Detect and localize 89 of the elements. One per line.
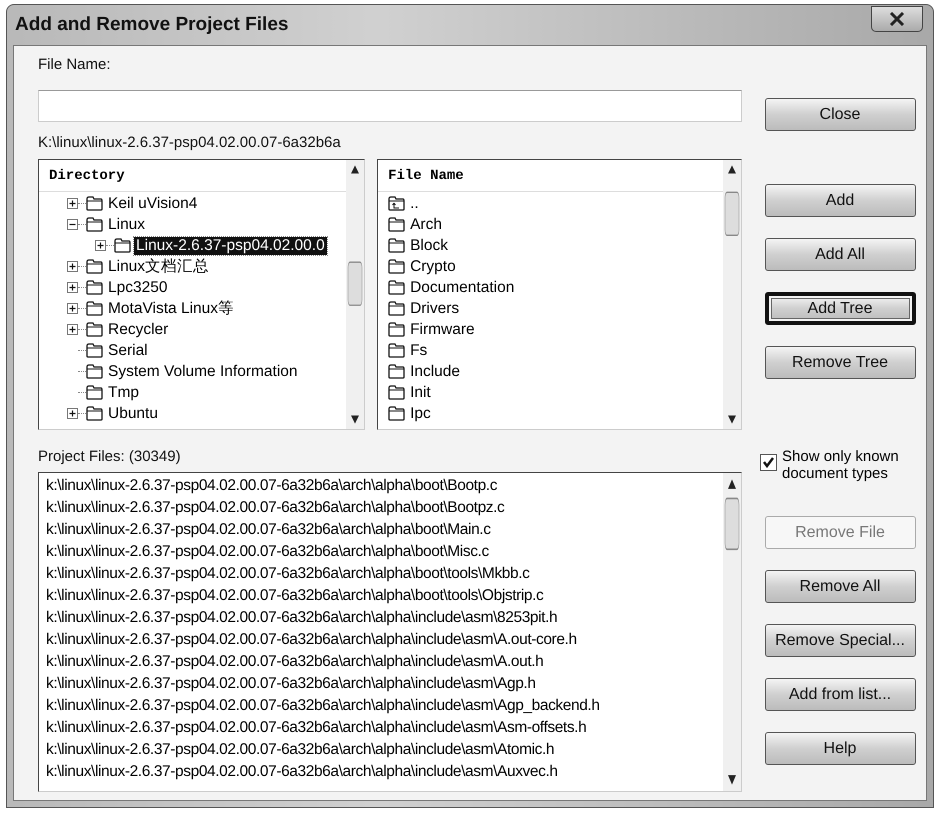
column-header: File Name: [378, 160, 723, 192]
folder-icon: [388, 217, 406, 232]
folder-icon: [388, 238, 406, 253]
button[interactable]: Remove Special...: [764, 624, 916, 657]
folder-icon: [388, 280, 406, 295]
file-path[interactable]: k:\linux\linux-2.6.37-psp04.02.00.07-6a32b6a\arch\alpha\include\asm\Agp.h: [46, 673, 723, 695]
button[interactable]: Remove Tree: [764, 346, 916, 379]
project-files-label: Project Files: (30349): [38, 448, 182, 465]
button[interactable]: Close: [764, 98, 916, 131]
file-path[interactable]: k:\linux\linux-2.6.37-psp04.02.00.07-6a32b6a\arch\alpha\include\asm\Auxvec.h: [46, 761, 723, 783]
window-title: Add and Remove Project Files: [14, 14, 288, 36]
up-folder-icon: [388, 196, 406, 211]
button[interactable]: Add: [764, 184, 916, 217]
tree-item[interactable]: Keil uVision4: [106, 194, 200, 212]
file-item[interactable]: Include: [408, 362, 462, 380]
expand-icon[interactable]: [67, 408, 78, 419]
file-path[interactable]: k:\linux\linux-2.6.37-psp04.02.00.07-6a32b6a\arch\alpha\include\asm\A.out-core.h: [46, 629, 723, 651]
collapse-icon[interactable]: [67, 219, 78, 230]
folder-icon: [86, 280, 103, 295]
tree-item[interactable]: Ubuntu: [106, 404, 160, 422]
folder-icon: [86, 343, 103, 358]
tree-item[interactable]: Recycler: [106, 320, 170, 338]
file-path[interactable]: k:\linux\linux-2.6.37-psp04.02.00.07-6a32b6a\arch\alpha\boot\tools\Mkbb.c: [46, 563, 723, 585]
file-path[interactable]: k:\linux\linux-2.6.37-psp04.02.00.07-6a32b6a\arch\alpha\boot\Bootp.c: [46, 475, 723, 497]
tree-item[interactable]: Linux: [106, 216, 148, 234]
file-item[interactable]: Firmware: [408, 320, 477, 338]
folder-icon: [114, 238, 131, 253]
expand-icon[interactable]: [67, 261, 78, 272]
close-button[interactable]: [871, 6, 923, 32]
expand-icon[interactable]: [67, 198, 78, 209]
checkbox[interactable]: [760, 454, 777, 471]
tree-item[interactable]: Tmp: [106, 384, 141, 402]
button[interactable]: Add from list...: [764, 678, 916, 711]
folder-icon: [86, 217, 103, 232]
expand-icon[interactable]: [67, 282, 78, 293]
button[interactable]: Add Tree: [764, 292, 916, 325]
path-label: K:\linux\linux-2.6.37-psp04.02.00.07-6a32b6a: [38, 134, 342, 151]
folder-icon: [86, 385, 103, 400]
file-name-field[interactable]: [38, 90, 742, 122]
file-path[interactable]: k:\linux\linux-2.6.37-psp04.02.00.07-6a32b6a\arch\alpha\include\asm\A.out.h: [46, 651, 723, 673]
folder-icon: [86, 364, 103, 379]
folder-icon: [388, 301, 406, 316]
file-item[interactable]: Documentation: [408, 278, 516, 296]
file-item[interactable]: Block: [408, 236, 450, 254]
tree-item[interactable]: Linux-2.6.37-psp04.02.00.0: [134, 236, 327, 254]
folder-icon: [86, 322, 103, 337]
scrollbar[interactable]: [346, 160, 364, 429]
tree-item[interactable]: MotaVista Linux等: [106, 298, 236, 319]
file-path[interactable]: k:\linux\linux-2.6.37-psp04.02.00.07-6a32b6a\arch\alpha\include\asm\Asm-offsets.h: [46, 717, 723, 739]
field-label: File Name:: [38, 56, 112, 73]
folder-icon: [86, 301, 103, 316]
folder-icon: [388, 343, 406, 358]
expand-icon[interactable]: [95, 240, 106, 251]
tree-item[interactable]: System Volume Information: [106, 362, 300, 380]
folder-icon: [388, 385, 406, 400]
checkbox-label: Show only known document types: [782, 448, 900, 482]
folder-icon: [388, 259, 406, 274]
tree-item[interactable]: Linux文档汇总: [106, 256, 212, 277]
file-path[interactable]: k:\linux\linux-2.6.37-psp04.02.00.07-6a32b6a\arch\alpha\boot\Bootpz.c: [46, 497, 723, 519]
file-item[interactable]: ..: [408, 194, 421, 212]
file-item[interactable]: Init: [408, 384, 433, 402]
file-path[interactable]: k:\linux\linux-2.6.37-psp04.02.00.07-6a32b6a\arch\alpha\boot\tools\Objstrip.c: [46, 585, 723, 607]
file-path[interactable]: k:\linux\linux-2.6.37-psp04.02.00.07-6a32b6a\arch\alpha\include\asm\Atomic.h: [46, 739, 723, 761]
file-item[interactable]: Ipc: [408, 404, 433, 422]
folder-icon: [388, 364, 406, 379]
folder-icon: [388, 406, 406, 421]
expand-icon[interactable]: [67, 324, 78, 335]
folder-icon: [86, 196, 103, 211]
file-item[interactable]: Drivers: [408, 300, 462, 318]
tree-item[interactable]: Serial: [106, 342, 150, 360]
scrollbar[interactable]: [723, 160, 741, 429]
file-path[interactable]: k:\linux\linux-2.6.37-psp04.02.00.07-6a32b6a\arch\alpha\include\asm\Agp_backend.h: [46, 695, 723, 717]
close-icon: [889, 12, 905, 26]
file-path[interactable]: k:\linux\linux-2.6.37-psp04.02.00.07-6a32b6a\arch\alpha\include\asm\8253pit.h: [46, 607, 723, 629]
file-path[interactable]: k:\linux\linux-2.6.37-psp04.02.00.07-6a32b6a\arch\alpha\boot\Main.c: [46, 519, 723, 541]
file-item[interactable]: Crypto: [408, 258, 458, 276]
folder-icon: [86, 406, 103, 421]
file-item[interactable]: Fs: [408, 342, 430, 360]
expand-icon[interactable]: [67, 303, 78, 314]
tree-item[interactable]: Lpc3250: [106, 278, 170, 296]
file-path[interactable]: k:\linux\linux-2.6.37-psp04.02.00.07-6a32b6a\arch\alpha\boot\Misc.c: [46, 541, 723, 563]
column-header: Directory: [39, 160, 346, 192]
button[interactable]: Help: [764, 732, 916, 765]
button[interactable]: Remove All: [764, 570, 916, 603]
button[interactable]: Add All: [764, 238, 916, 271]
folder-icon: [388, 322, 406, 337]
file-item[interactable]: Arch: [408, 216, 444, 234]
scrollbar[interactable]: [723, 473, 741, 791]
folder-icon: [86, 259, 103, 274]
